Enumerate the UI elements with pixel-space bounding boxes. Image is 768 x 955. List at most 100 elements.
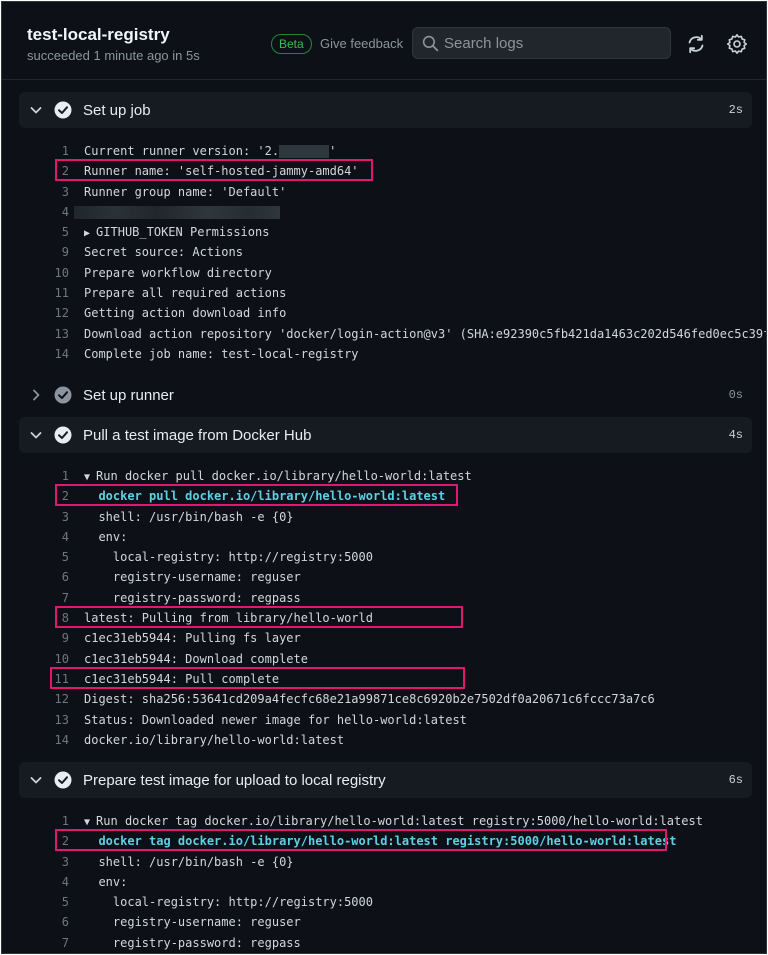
line-number[interactable]: 5 (19, 892, 69, 912)
log-line: 9 Secret source: Actions (19, 242, 752, 262)
step-prepare-test-image[interactable]: Prepare test image for upload to local r… (19, 762, 752, 798)
log-text-content: docker.io/library/hello-world:latest (84, 732, 345, 747)
line-number[interactable]: 10 (19, 649, 69, 669)
line-number[interactable]: 5 (19, 547, 69, 567)
chevron-down-icon (30, 432, 42, 439)
settings-button[interactable] (725, 32, 749, 56)
step-pull-test-image[interactable]: Pull a test image from Docker Hub 4s (19, 417, 752, 453)
line-number[interactable]: 9 (19, 628, 69, 648)
log-text-content: latest: Pulling from library/hello-world (84, 611, 373, 626)
log-text-content: Complete job name: test-local-registry (84, 346, 359, 361)
line-number[interactable]: 14 (19, 730, 69, 750)
line-number[interactable]: 1 (19, 141, 69, 161)
log-line: 4 (19, 202, 752, 222)
log-line: 3 Runner group name: 'Default' (19, 182, 752, 202)
step-duration: 0s (728, 388, 743, 402)
expand-triangle-icon[interactable]: ▶ (84, 228, 96, 239)
log-text-content: Getting action download info (84, 306, 287, 321)
line-number[interactable]: 10 (19, 263, 69, 283)
success-check-icon (54, 426, 72, 444)
log-text: Runner name: 'self-hosted-jammy-amd64' (84, 161, 359, 181)
log-line: 10 Prepare workflow directory (19, 263, 752, 283)
step-set-up-runner[interactable]: Set up runner 0s (19, 377, 752, 413)
line-number[interactable]: 8 (19, 608, 69, 628)
log-text-content: env: (84, 874, 128, 889)
log-line: 6 registry-username: reguser (19, 567, 752, 587)
line-number[interactable]: 4 (19, 202, 69, 222)
collapse-triangle-icon[interactable]: ▼ (84, 817, 96, 828)
log-line: 2 Runner name: 'self-hosted-jammy-amd64' (19, 159, 752, 182)
step-log: 1 ▼ Run docker tag docker.io/library/hell… (19, 811, 752, 953)
chevron-right-icon (33, 389, 40, 401)
search-box[interactable] (412, 27, 671, 59)
log-line: 3 shell: /usr/bin/bash -e {0} (19, 507, 752, 527)
line-number[interactable]: 2 (19, 831, 69, 851)
give-feedback-link[interactable]: Give feedback (320, 36, 403, 51)
refresh-icon (688, 34, 704, 54)
step-set-up-job[interactable]: Set up job 2s (19, 92, 752, 128)
log-text-content: env: (84, 529, 128, 544)
line-number[interactable]: 11 (19, 283, 69, 303)
redacted-block (74, 205, 280, 219)
log-text-content: registry-username: reguser (84, 570, 301, 585)
log-text-content: registry-password: regpass (84, 935, 301, 950)
line-number[interactable]: 13 (19, 324, 69, 344)
command-text: docker tag docker.io/library/hello-world… (84, 831, 676, 851)
line-number[interactable]: 11 (19, 669, 69, 689)
line-number[interactable]: 7 (19, 933, 69, 953)
line-number[interactable]: 9 (19, 242, 69, 262)
log-line: 3 shell: /usr/bin/bash -e {0} (19, 852, 752, 872)
log-line: 14 docker.io/library/hello-world:latest (19, 730, 752, 750)
step-log: 1 ▼ Run docker pull docker.io/library/hel… (19, 466, 752, 750)
line-number[interactable]: 2 (19, 486, 69, 506)
log-line: 5 ▶ GITHUB_TOKEN Permissions (19, 222, 752, 242)
log-line: 5 local-registry: http://registry:5000 (19, 547, 752, 567)
step-name: Prepare test image for upload to local r… (83, 772, 386, 789)
refresh-button[interactable] (684, 32, 708, 56)
log-text: docker.io/library/hello-world:latest (84, 730, 344, 750)
line-number[interactable]: 6 (19, 567, 69, 587)
line-number[interactable]: 5 (19, 222, 69, 242)
log-text: latest: Pulling from library/hello-world (84, 608, 373, 628)
search-logs-input[interactable] (444, 28, 664, 58)
line-number[interactable]: 4 (19, 527, 69, 547)
line-number[interactable]: 3 (19, 182, 69, 202)
log-text-content: Run docker tag docker.io/library/hello-w… (96, 814, 703, 828)
line-number[interactable]: 3 (19, 852, 69, 872)
log-line: 4 env: (19, 872, 752, 892)
log-text: Complete job name: test-local-registry (84, 344, 359, 364)
line-number[interactable]: 6 (19, 912, 69, 932)
log-line: 12 Digest: sha256:53641cd209a4fecfc68e21a… (19, 689, 752, 709)
log-text-content: local-registry: http://registry:5000 (84, 550, 373, 565)
line-number[interactable]: 12 (19, 303, 69, 323)
log-line: 11 Prepare all required actions (19, 283, 752, 303)
step-name: Set up runner (83, 387, 174, 404)
log-text: env: (84, 872, 127, 892)
line-number[interactable]: 1 (19, 811, 69, 831)
line-number[interactable]: 4 (19, 872, 69, 892)
line-number[interactable]: 7 (19, 588, 69, 608)
log-line: 7 registry-password: regpass (19, 933, 752, 953)
log-text: Secret source: Actions (84, 242, 243, 262)
log-text: Digest: sha256:53641cd209a4fecfc68e21a99… (84, 689, 655, 709)
log-line: 1 ▼ Run docker tag docker.io/library/hell… (19, 811, 752, 831)
line-number[interactable]: 12 (19, 689, 69, 709)
log-text-content: Runner name: 'self-hosted-jammy-amd64' (84, 164, 359, 179)
line-number[interactable]: 2 (19, 161, 69, 181)
log-line: 14 Complete job name: test-local-registry (19, 344, 752, 364)
step-name: Pull a test image from Docker Hub (83, 427, 312, 444)
log-text-content: shell: /usr/bin/bash -e {0} (84, 509, 294, 524)
log-text: shell: /usr/bin/bash -e {0} (84, 507, 294, 527)
log-line: 8 latest: Pulling from library/hello-worl… (19, 606, 752, 629)
log-line: 13 Status: Downloaded newer image for hel… (19, 710, 752, 730)
log-text: local-registry: http://registry:5000 (84, 547, 373, 567)
log-text-content: GITHUB_TOKEN Permissions (96, 225, 270, 240)
collapse-triangle-icon[interactable]: ▼ (84, 472, 96, 483)
line-number[interactable]: 1 (19, 466, 69, 486)
log-text-content: docker pull docker.io/library/hello-worl… (84, 489, 446, 504)
line-number[interactable]: 13 (19, 710, 69, 730)
line-number[interactable]: 14 (19, 344, 69, 364)
step-duration: 2s (728, 103, 743, 117)
line-number[interactable]: 3 (19, 507, 69, 527)
log-text-content: Digest: sha256:53641cd209a4fecfc68e21a99… (84, 692, 655, 707)
